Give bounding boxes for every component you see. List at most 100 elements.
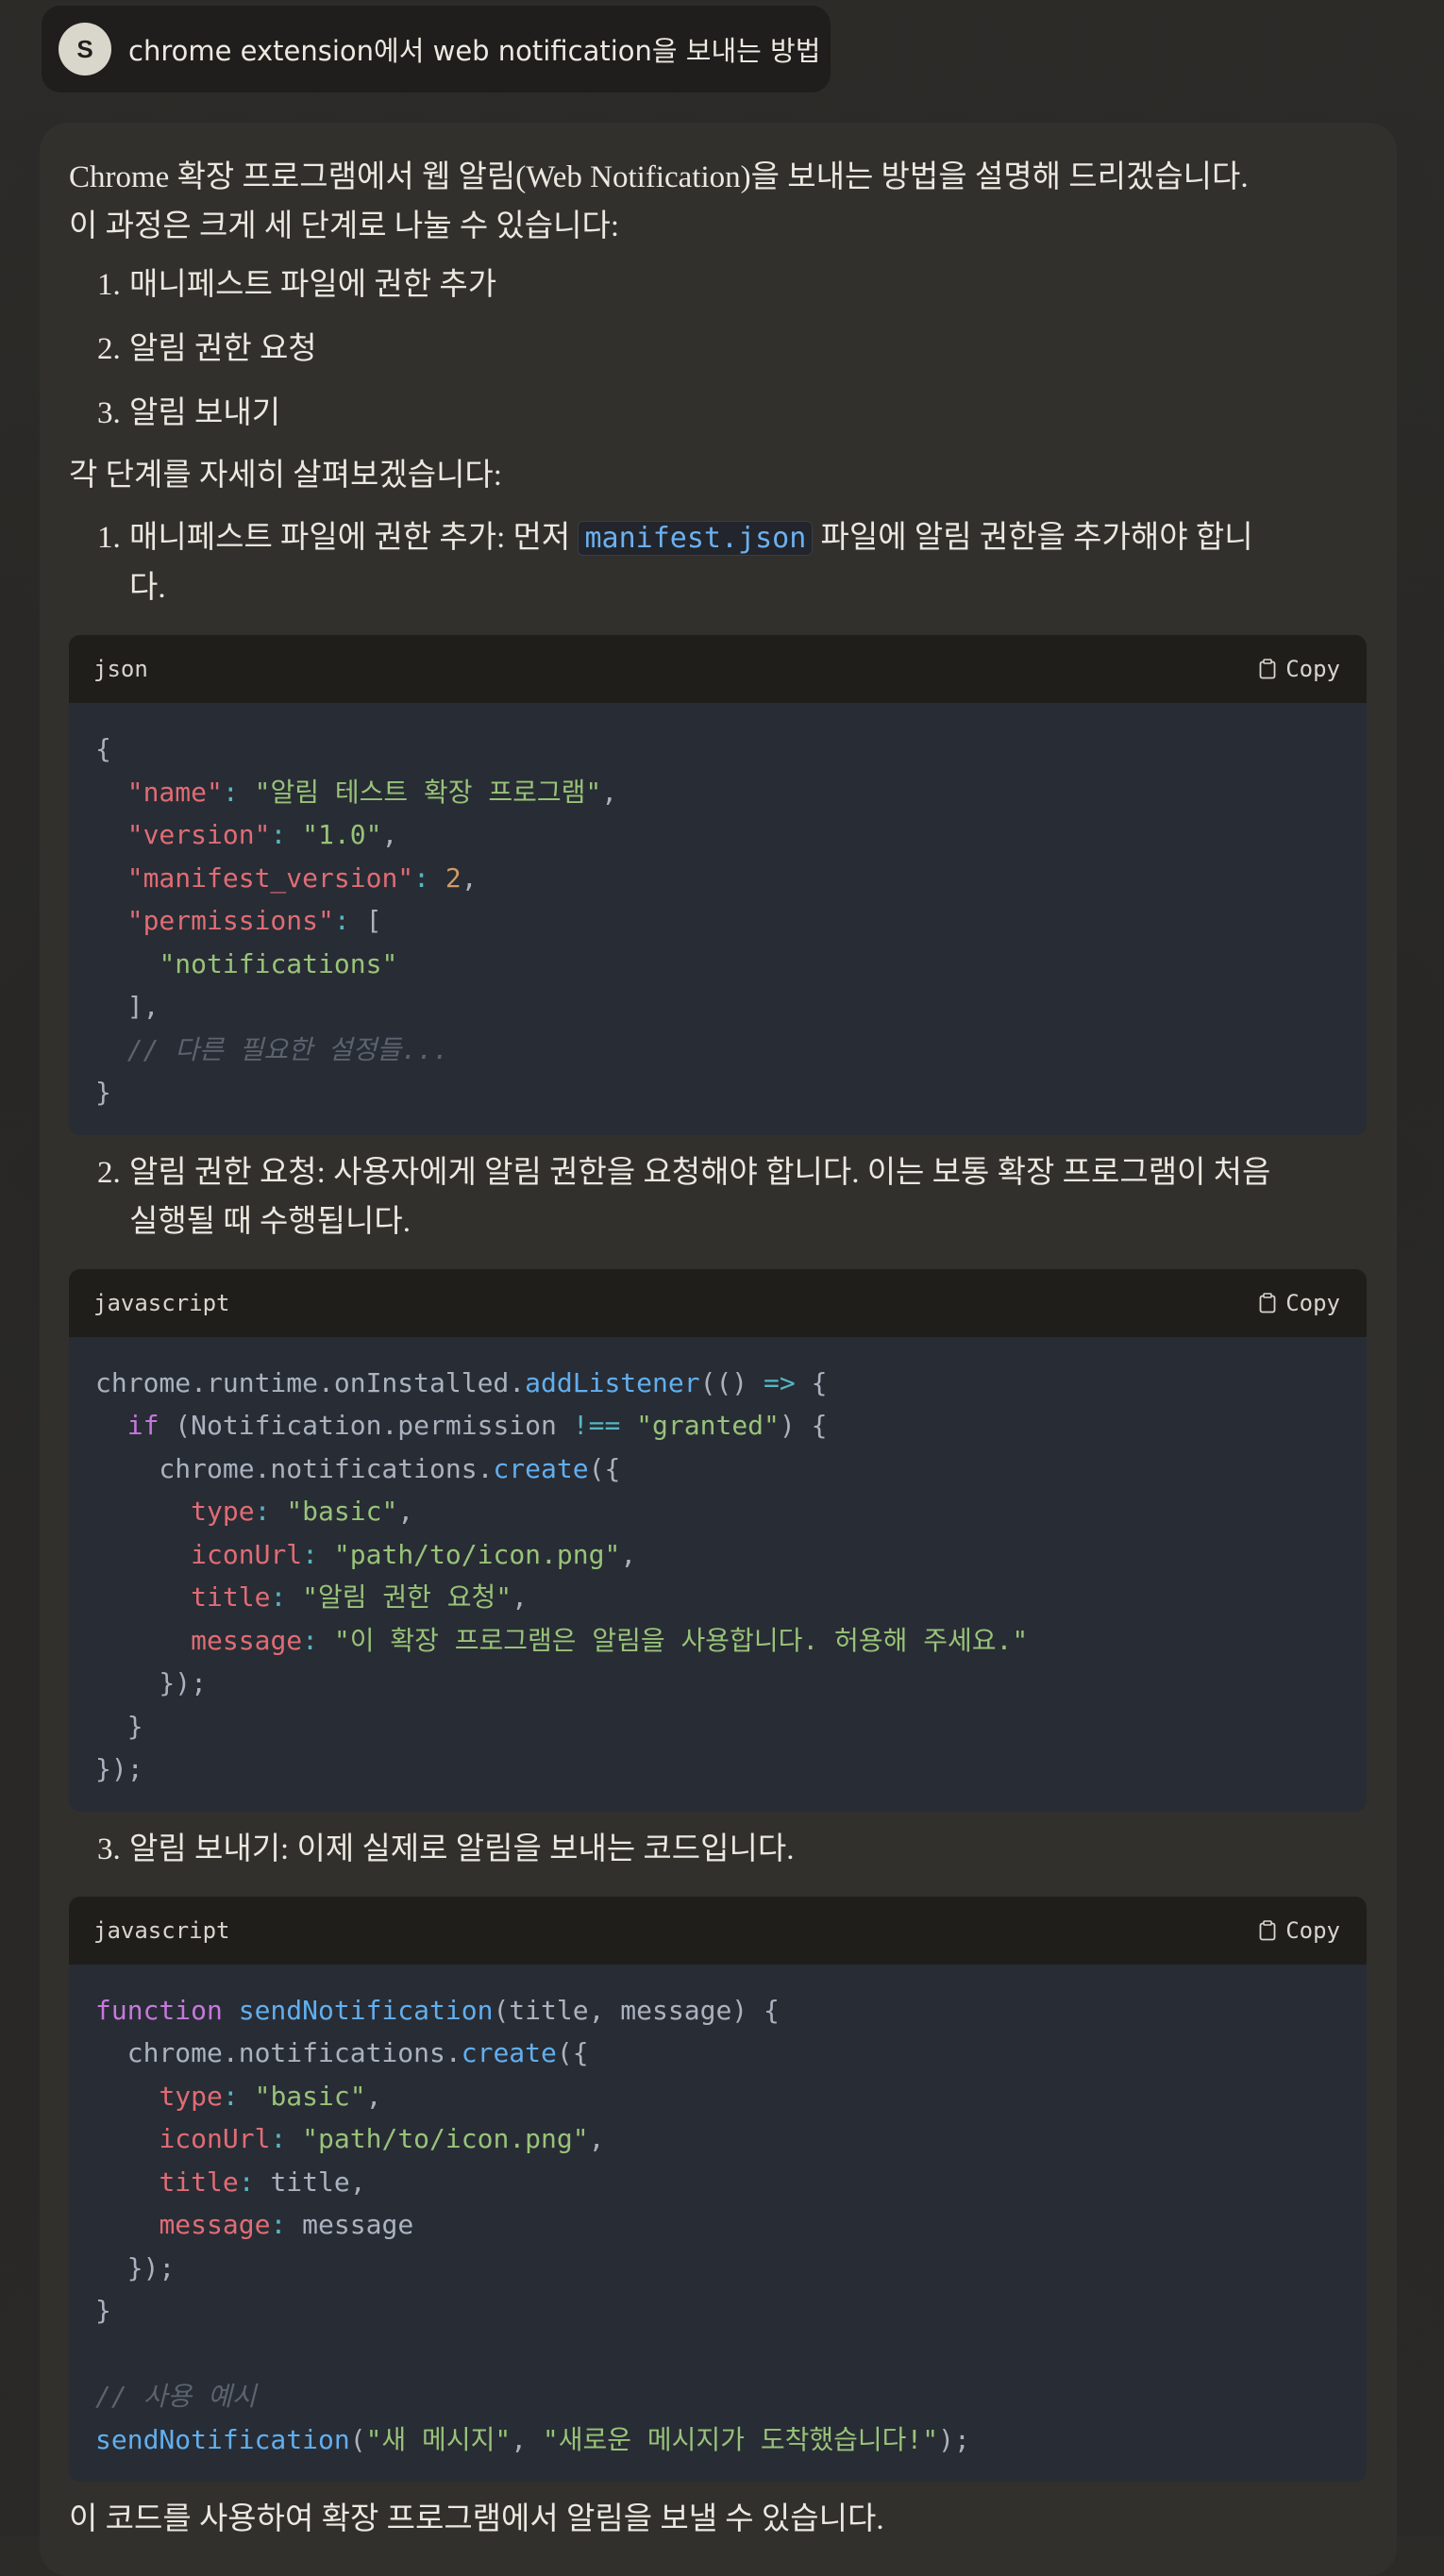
code-line: function sendNotification(title, message…	[95, 1989, 1340, 2032]
code-token: "basic"	[254, 2080, 366, 2112]
code-token: }	[95, 1710, 143, 1742]
code-token: "path/to/icon.png"	[302, 2123, 589, 2154]
code-token: "version"	[126, 819, 271, 850]
code-token: title	[159, 2166, 239, 2198]
code-token: "이 확장 프로그램은 알림을 사용합니다. 허용해 주세요."	[333, 1624, 1029, 1656]
user-message-text: chrome extension에서 web notification을 보내는…	[128, 35, 821, 67]
code-line: type: "basic",	[95, 1490, 1340, 1533]
step-1-text-wrap: 다.	[129, 571, 166, 605]
code-token: chrome.runtime.onInstalled.	[95, 1366, 526, 1398]
intro-line-2: 이 과정은 크게 세 단계로 나눌 수 있습니다:	[69, 209, 620, 243]
step-1-text-before: 매니페스트 파일에 권한 추가: 먼저	[129, 521, 571, 555]
code-token: message	[286, 2209, 414, 2240]
code-token: ({	[588, 1452, 621, 1484]
code-line: title: "알림 권한 요청",	[95, 1576, 1340, 1619]
user-avatar: S	[59, 23, 111, 75]
code-token: :	[270, 819, 287, 850]
code-token: :	[238, 2166, 255, 2198]
code-token: :	[413, 861, 430, 894]
step-2-number: 2.	[97, 1155, 121, 1190]
code-header: javascript Copy	[69, 1268, 1367, 1337]
code-token: (()	[699, 1366, 764, 1398]
code-body: function sendNotification(title, message…	[69, 1965, 1367, 2483]
copy-button[interactable]: Copy	[1259, 1290, 1340, 1316]
code-token: });	[95, 2251, 176, 2283]
code-language-label: javascript	[93, 1916, 230, 1944]
overview-item-number: 3.	[97, 396, 121, 430]
code-header: json Copy	[69, 635, 1367, 703]
code-token: :	[254, 1496, 271, 1527]
step-2: 2. 알림 권한 요청: 사용자에게 알림 권한을 요청해야 합니다. 이는 보…	[69, 1148, 1367, 1246]
code-line: type: "basic",	[95, 2075, 1340, 2118]
code-line: // 다른 필요한 설정들...	[95, 1029, 1340, 1072]
code-line: if (Notification.permission !== "granted…	[95, 1404, 1340, 1447]
code-token: (Notification.permission	[159, 1410, 573, 1441]
code-token: });	[95, 1667, 208, 1698]
code-line: }	[95, 2289, 1340, 2333]
code-token: "granted"	[636, 1410, 780, 1441]
code-token: ,	[461, 861, 478, 894]
code-token: message	[191, 1624, 303, 1656]
code-line: "permissions": [	[95, 899, 1340, 943]
step-1-number: 1.	[97, 521, 121, 555]
overview-item: 1. 매니페스트 파일에 권한 추가	[69, 260, 1367, 309]
code-token: type	[159, 2080, 223, 2112]
clipboard-icon	[1259, 1919, 1276, 1940]
code-token: "새로운 메시지가 도착했습니다!"	[542, 2423, 939, 2455]
code-token: "알림 권한 요청"	[302, 1581, 512, 1613]
code-line: });	[95, 1748, 1340, 1791]
overview-item: 2. 알림 권한 요청	[69, 325, 1367, 374]
detail-intro: 각 단계를 자세히 살펴보겠습니다:	[69, 459, 502, 493]
code-token: ({	[556, 2037, 589, 2068]
code-line: iconUrl: "path/to/icon.png",	[95, 1533, 1340, 1577]
code-line: "notifications"	[95, 943, 1340, 986]
code-token: :	[302, 1624, 319, 1656]
overview-item: 3. 알림 보내기	[69, 389, 1367, 438]
step-3-number: 3.	[97, 1832, 121, 1866]
code-token: ,	[511, 2423, 543, 2455]
code-line: // 사용 예시	[95, 2375, 1340, 2418]
copy-label: Copy	[1285, 1289, 1340, 1316]
code-token: :	[302, 1538, 319, 1570]
code-token: ,	[512, 1581, 529, 1613]
copy-label: Copy	[1285, 1916, 1340, 1944]
inline-code-manifest: manifest.json	[578, 521, 814, 556]
code-block-javascript-permission: javascript Copy chrome.runtime.onInstall…	[69, 1268, 1367, 1812]
code-token: :	[270, 2209, 287, 2240]
code-token: title,	[254, 2166, 366, 2198]
code-line: });	[95, 1662, 1340, 1705]
code-token: "basic"	[286, 1496, 398, 1527]
overview-item-number: 1.	[97, 268, 121, 302]
code-token: "manifest_version"	[126, 861, 414, 894]
overview-item-text: 알림 권한 요청	[129, 332, 317, 366]
code-token: "새 메시지"	[365, 2423, 512, 2455]
code-token: "1.0"	[302, 819, 382, 850]
copy-button[interactable]: Copy	[1259, 1917, 1340, 1944]
code-token: {	[795, 1366, 828, 1398]
code-language-label: json	[93, 656, 148, 682]
code-token: ,	[397, 1496, 414, 1527]
code-token: !==	[572, 1410, 621, 1441]
code-token: iconUrl	[159, 2123, 271, 2154]
code-token: =>	[764, 1366, 796, 1398]
code-token: });	[95, 1753, 143, 1784]
code-token: addListener	[525, 1366, 700, 1398]
code-token: ,	[381, 819, 398, 850]
code-token: create	[461, 2037, 557, 2068]
copy-button[interactable]: Copy	[1259, 656, 1340, 682]
